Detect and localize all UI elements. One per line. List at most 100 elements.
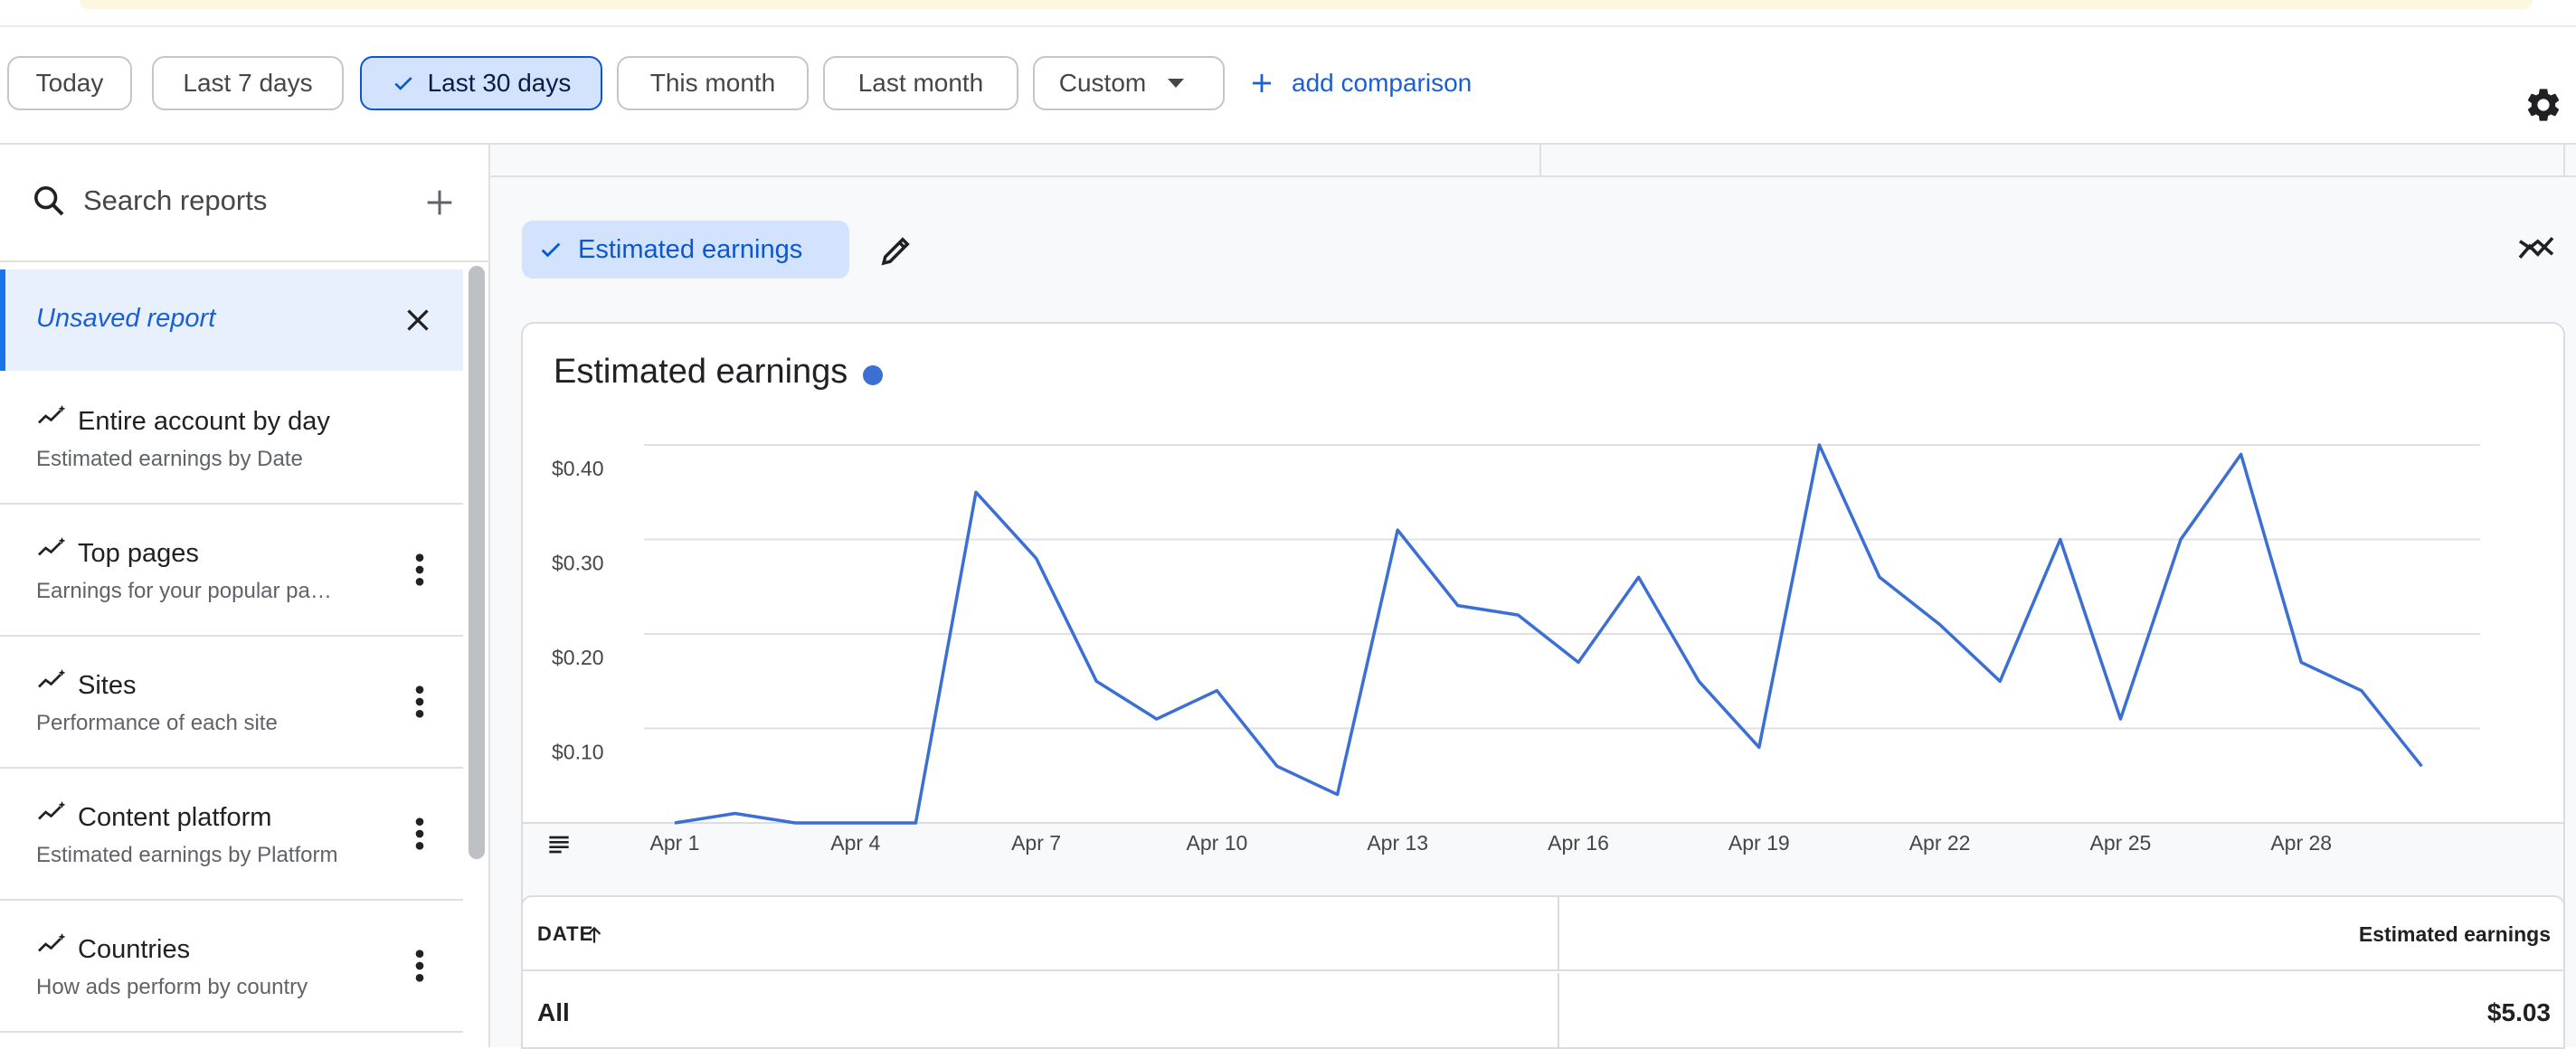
- trend-compare-icon[interactable]: [2516, 232, 2556, 264]
- add-comparison-label: add comparison: [1292, 69, 1473, 97]
- data-point[interactable]: [1274, 762, 1281, 770]
- column-header-earnings[interactable]: Estimated earnings: [1559, 897, 2563, 971]
- column-header-date[interactable]: DATE: [523, 897, 1559, 971]
- data-point[interactable]: [2297, 658, 2305, 666]
- date-range-last-month[interactable]: Last month: [823, 56, 1018, 110]
- edit-pencil-icon[interactable]: [877, 232, 915, 269]
- search-reports[interactable]: Search reports: [0, 145, 488, 262]
- data-point[interactable]: [1996, 677, 2003, 685]
- report-subtitle: Earnings for your popular pages: [36, 579, 344, 603]
- check-icon: [394, 77, 412, 90]
- report-title: Top pages: [78, 539, 199, 568]
- data-point[interactable]: [2238, 450, 2245, 458]
- x-tick-label: Apr 1: [650, 831, 700, 855]
- x-tick-label: Apr 28: [2270, 831, 2332, 855]
- date-range-last-30-days[interactable]: Last 30 days: [360, 56, 602, 110]
- data-point[interactable]: [1575, 658, 1582, 666]
- date-range-last-7-days[interactable]: Last 7 days: [152, 56, 344, 110]
- data-point[interactable]: [1033, 554, 1040, 562]
- report-subtitle: How ads perform by country: [36, 975, 308, 999]
- column-label: Estimated earnings: [2358, 922, 2551, 946]
- divider: [2563, 145, 2565, 175]
- data-point[interactable]: [972, 488, 980, 496]
- more-vert-icon[interactable]: [405, 552, 434, 588]
- report-item-entire-account[interactable]: Entire account by day Estimated earnings…: [0, 373, 463, 505]
- report-item-sites[interactable]: Sites Performance of each site: [0, 637, 463, 769]
- data-point[interactable]: [1394, 526, 1401, 534]
- data-point[interactable]: [2418, 762, 2425, 770]
- close-icon[interactable]: [402, 304, 434, 336]
- data-point[interactable]: [1695, 677, 1702, 685]
- data-point[interactable]: [2117, 715, 2124, 723]
- report-item-countries[interactable]: Countries How ads perform by country: [0, 901, 463, 1033]
- data-point[interactable]: [1153, 715, 1160, 723]
- data-point[interactable]: [1635, 573, 1643, 581]
- data-point[interactable]: [2057, 536, 2064, 543]
- metric-chip-estimated-earnings[interactable]: Estimated earnings: [522, 221, 849, 279]
- data-point[interactable]: [1937, 621, 1944, 628]
- arrow-up-icon: [587, 926, 601, 943]
- data-point[interactable]: [732, 810, 739, 817]
- data-point[interactable]: [1213, 687, 1220, 695]
- settings-gear-icon[interactable]: [2524, 85, 2563, 125]
- x-tick-label: Apr 22: [1909, 831, 1971, 855]
- search-reports-label: Search reports: [83, 184, 268, 216]
- report-table: DATE Estimated earnings All $5.03: [521, 895, 2565, 1049]
- data-point[interactable]: [1093, 677, 1100, 685]
- data-point[interactable]: [2177, 536, 2184, 543]
- notification-banner: [80, 0, 2533, 9]
- sparkle-trend-icon: [38, 933, 66, 952]
- chip-label: This month: [649, 69, 776, 97]
- report-title: Entire account by day: [78, 407, 330, 436]
- data-point[interactable]: [1514, 611, 1521, 619]
- sparkle-trend-icon: [38, 669, 66, 688]
- x-tick-label: Apr 19: [1728, 831, 1790, 855]
- x-tick-label: Apr 13: [1367, 831, 1428, 855]
- data-point[interactable]: [671, 819, 678, 827]
- date-range-today[interactable]: Today: [7, 56, 132, 110]
- more-vert-icon[interactable]: [405, 948, 434, 984]
- x-tick-label: Apr 25: [2090, 831, 2152, 855]
- report-item-top-pages[interactable]: Top pages Earnings for your popular page…: [0, 505, 463, 637]
- search-icon: [34, 186, 64, 216]
- sparkle-trend-icon: [38, 405, 66, 424]
- plus-icon: [1253, 74, 1271, 92]
- sparkle-trend-icon: [38, 801, 66, 820]
- date-range-bar: Today Last 7 days Last 30 days This mont…: [0, 27, 2576, 145]
- x-tick-label: Apr 4: [830, 831, 880, 855]
- table-cell-total-value: $5.03: [1559, 973, 2563, 1049]
- more-vert-icon[interactable]: [405, 816, 434, 852]
- chip-label: Last month: [857, 69, 984, 97]
- table-row-total: All: [523, 973, 1559, 1049]
- unsaved-report-item[interactable]: Unsaved report: [0, 269, 463, 371]
- sidebar-scrollbar[interactable]: [469, 266, 485, 859]
- y-tick-label: $0.40: [552, 457, 604, 480]
- table-view-icon[interactable]: [545, 830, 573, 859]
- report-item-content-platform[interactable]: Content platform Estimated earnings by P…: [0, 769, 463, 901]
- date-range-custom-dropdown[interactable]: Custom: [1033, 56, 1225, 110]
- data-point[interactable]: [912, 819, 919, 827]
- add-comparison-button[interactable]: add comparison: [1248, 56, 1472, 110]
- data-point[interactable]: [1756, 743, 1763, 751]
- sparkle-trend-icon: [38, 537, 66, 556]
- y-tick-label: $0.30: [552, 552, 604, 575]
- unsaved-report-label: Unsaved report: [36, 304, 216, 333]
- scorecard-strip: [490, 145, 2576, 177]
- total-value: $5.03: [2486, 998, 2551, 1026]
- add-report-icon[interactable]: [421, 184, 458, 221]
- data-point[interactable]: [852, 819, 859, 827]
- date-range-this-month[interactable]: This month: [617, 56, 809, 110]
- chip-label: Custom: [1058, 69, 1147, 97]
- data-point[interactable]: [1334, 791, 1341, 799]
- reports-sidebar: Search reports Unsaved report Entire acc…: [0, 145, 490, 1047]
- report-subtitle: Estimated earnings by Date: [36, 447, 303, 471]
- data-point[interactable]: [1454, 602, 1462, 610]
- data-point[interactable]: [1815, 441, 1823, 449]
- data-point[interactable]: [2358, 687, 2365, 695]
- more-vert-icon[interactable]: [405, 684, 434, 720]
- y-tick-label: $0.20: [552, 646, 604, 669]
- data-point[interactable]: [1876, 573, 1883, 581]
- report-subtitle: Estimated earnings by Platform: [36, 843, 338, 867]
- check-icon: [541, 242, 561, 258]
- data-point[interactable]: [791, 819, 799, 827]
